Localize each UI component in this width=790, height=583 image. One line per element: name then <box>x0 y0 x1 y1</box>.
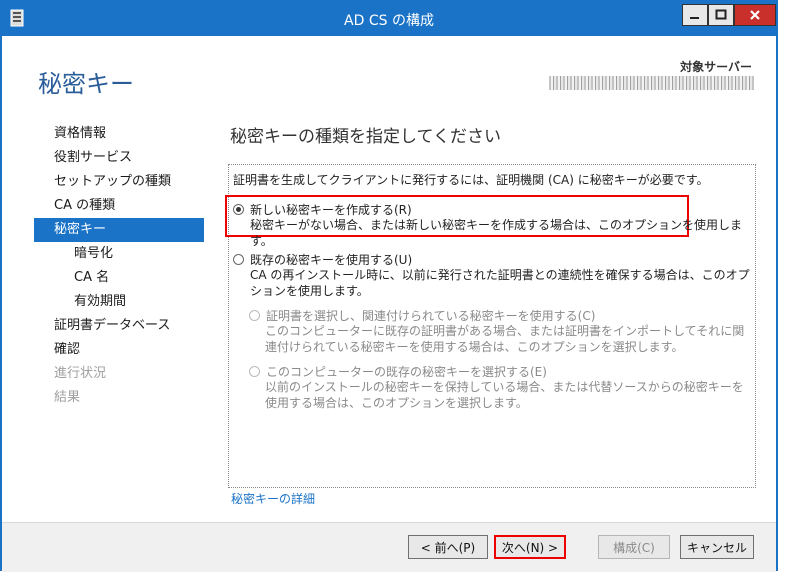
radio-disabled-icon <box>249 366 260 377</box>
radio-new-key[interactable]: 新しい秘密キーを作成する(R) <box>233 201 412 218</box>
options-panel: 証明書を生成してクライアントに発行するには、証明機関 (CA) に秘密キーが必要… <box>225 164 756 488</box>
close-icon <box>750 10 760 20</box>
nav-item-validity-period[interactable]: 有効期間 <box>34 290 204 314</box>
maximize-icon <box>715 9 727 20</box>
nav-item-confirmation[interactable]: 確認 <box>34 338 204 362</box>
close-button[interactable] <box>734 4 776 26</box>
minimize-icon <box>690 17 699 19</box>
nav-item-private-key[interactable]: 秘密キー <box>34 218 204 242</box>
nav-item-progress: 進行状況 <box>54 366 107 381</box>
nav-item-certificate-database[interactable]: 証明書データベース <box>34 314 204 338</box>
nav-item-ca-name[interactable]: CA 名 <box>34 266 204 290</box>
radio-checked-icon <box>233 204 244 215</box>
radio-select-certificate-desc: このコンピューターに既存の証明書がある場合、または証明書をインポートしてそれに関… <box>265 324 745 354</box>
radio-existing-key-label: 既存の秘密キーを使用する(U) <box>250 253 413 267</box>
description-text: 証明書を生成してクライアントに発行するには、証明機関 (CA) に秘密キーが必要… <box>233 173 709 187</box>
cancel-button[interactable]: キャンセル <box>680 535 754 559</box>
target-server-label: 対象サーバー <box>680 60 752 74</box>
radio-select-existing-key: このコンピューターの既存の秘密キーを選択する(E) <box>249 363 547 380</box>
page-title: 秘密キー <box>38 70 134 98</box>
nav-item-cryptography[interactable]: 暗号化 <box>34 242 204 266</box>
dialog-window: AD CS の構成 秘密キー 対象サーバー 資格情報 役割サービス セットアップ… <box>0 0 778 572</box>
radio-new-key-label: 新しい秘密キーを作成する(R) <box>250 203 412 217</box>
minimize-button[interactable] <box>682 4 708 26</box>
radio-select-existing-key-desc: 以前のインストールの秘密キーを保持している場合、または代替ソースからの秘密キーを… <box>265 380 744 410</box>
footer-bar: < 前へ(P) 次へ(N) > 構成(C) キャンセル <box>2 522 776 572</box>
target-server-name-redacted <box>549 76 754 90</box>
wizard-nav: 資格情報 役割サービス セットアップの種類 CA の種類 秘密キー 暗号化 CA… <box>34 122 204 410</box>
radio-disabled-icon <box>249 310 260 321</box>
radio-existing-key-desc: CA の再インストール時に、以前に発行された証明書との連続性を確保する場合は、こ… <box>250 268 750 298</box>
nav-item-role-services[interactable]: 役割サービス <box>34 146 204 170</box>
radio-existing-key[interactable]: 既存の秘密キーを使用する(U) <box>233 251 412 268</box>
window-title: AD CS の構成 <box>344 13 434 29</box>
nav-item-setup-type[interactable]: セットアップの種類 <box>34 170 204 194</box>
radio-new-key-desc: 秘密キーがない場合、または新しい秘密キーを作成する場合は、このオプションを使用し… <box>250 218 743 248</box>
previous-button[interactable]: < 前へ(P) <box>408 535 488 559</box>
nav-item-ca-type[interactable]: CA の種類 <box>34 194 204 218</box>
private-key-details-link[interactable]: 秘密キーの詳細 <box>231 490 315 507</box>
section-heading: 秘密キーの種類を指定してください <box>230 127 501 147</box>
maximize-button[interactable] <box>708 4 734 26</box>
radio-unchecked-icon <box>233 254 244 265</box>
radio-select-certificate-label: 証明書を選択し、関連付けられている秘密キーを使用する(C) <box>266 309 596 323</box>
nav-item-results: 結果 <box>54 390 81 405</box>
title-bar[interactable]: AD CS の構成 <box>2 2 776 36</box>
radio-select-certificate: 証明書を選択し、関連付けられている秘密キーを使用する(C) <box>249 307 595 324</box>
radio-select-existing-key-label: このコンピューターの既存の秘密キーを選択する(E) <box>266 365 547 379</box>
nav-item-credentials[interactable]: 資格情報 <box>34 122 204 146</box>
configure-button: 構成(C) <box>598 535 670 559</box>
next-button[interactable]: 次へ(N) > <box>494 535 566 559</box>
